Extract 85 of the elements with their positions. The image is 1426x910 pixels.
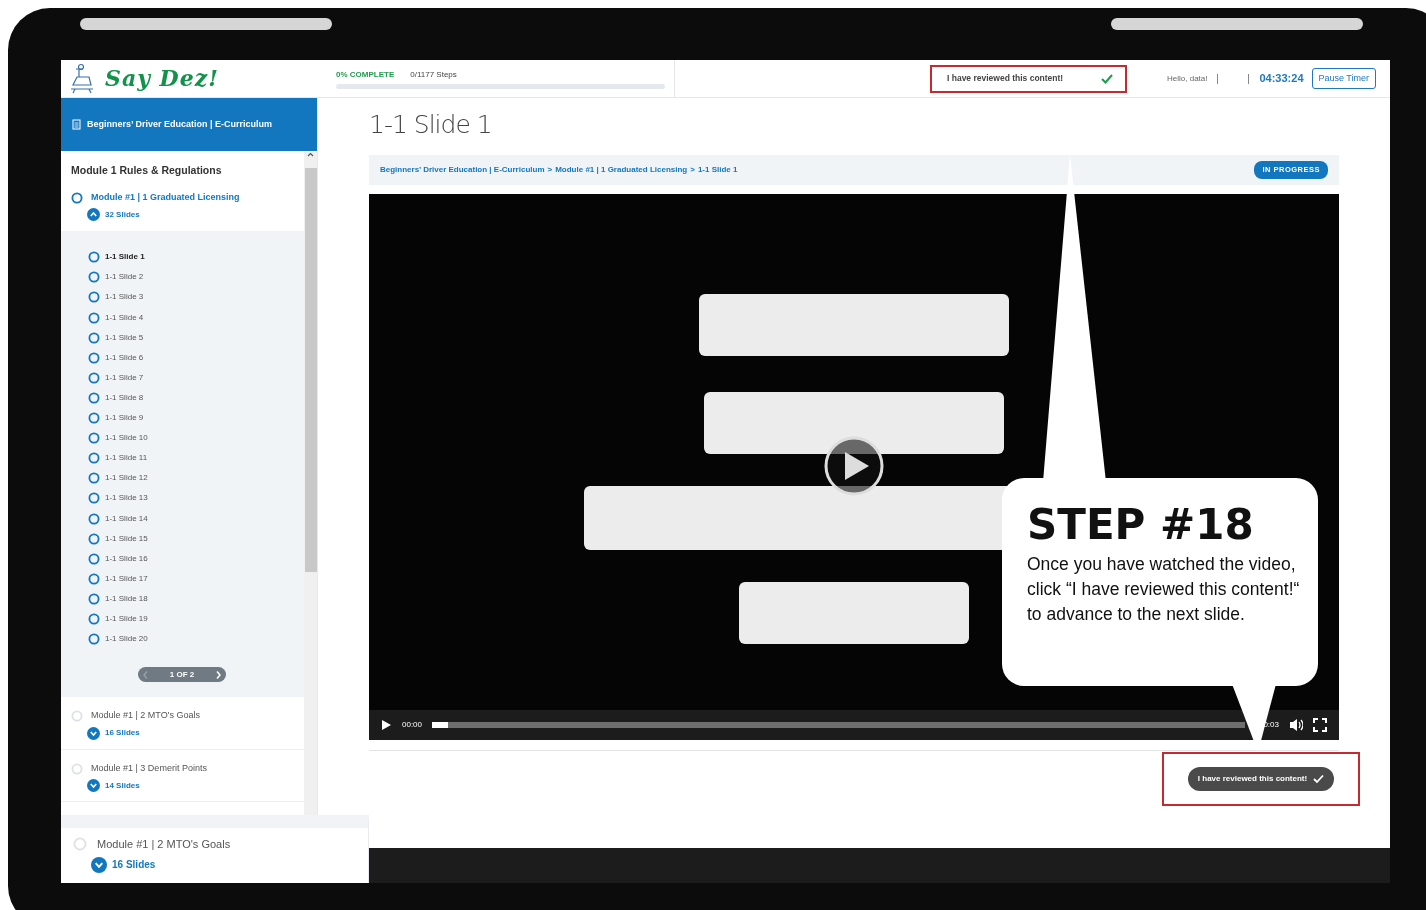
radio-circle[interactable] <box>88 452 100 465</box>
review-link[interactable]: I have reviewed this content! <box>947 72 1064 85</box>
module-title[interactable]: Module #1 | 1 Graduated Licensing <box>91 190 240 205</box>
slides-count[interactable]: 16 Slides <box>105 727 140 740</box>
radio-circle[interactable] <box>88 391 100 404</box>
scrollbar[interactable] <box>304 151 317 815</box>
breadcrumb-link[interactable]: Module #1 | 1 Graduated Licensing <box>555 164 688 176</box>
review-button[interactable]: I have reviewed this content! <box>1187 767 1335 791</box>
radio-circle[interactable] <box>88 351 100 364</box>
slide-item[interactable]: 1-1 Slide 11 <box>105 452 148 465</box>
slide-item[interactable]: 1-1 Slide 17 <box>105 572 148 585</box>
expand-chevron-icon[interactable] <box>91 856 107 873</box>
play-icon[interactable] <box>381 719 392 731</box>
slide-item[interactable]: 1-1 Slide 4 <box>105 311 144 324</box>
radio-circle[interactable] <box>88 512 100 525</box>
radio-circle[interactable] <box>88 371 100 384</box>
scrollbar-thumb[interactable] <box>304 168 317 572</box>
expand-chevron-icon[interactable] <box>87 726 100 740</box>
radio-circle[interactable] <box>88 271 100 284</box>
radio-circle[interactable] <box>88 432 100 445</box>
radio-circle[interactable] <box>88 572 100 585</box>
slide-item[interactable]: 1-1 Slide 5 <box>105 331 144 344</box>
breadcrumb-link[interactable]: Beginners’ Driver Education | E-Curriculum <box>380 164 545 176</box>
next-icon[interactable] <box>215 669 222 680</box>
breadcrumb-link[interactable]: 1-1 Slide 1 <box>697 164 738 176</box>
check-icon <box>1101 72 1113 85</box>
radio-circle[interactable] <box>88 592 100 605</box>
breadcrumb-separator: > <box>690 164 695 176</box>
radio-circle[interactable] <box>88 532 100 545</box>
slide-item[interactable]: 1-1 Slide 6 <box>105 351 144 364</box>
page-indicator: 1 OF 2 <box>169 668 195 681</box>
slide-item[interactable]: 1-1 Slide 16 <box>105 552 148 565</box>
radio-circle[interactable] <box>88 492 100 505</box>
module-title[interactable]: Module #1 | 2 MTO's Goals <box>97 836 231 853</box>
progress-percent: 0% COMPLETE <box>336 68 395 81</box>
course-title: Beginners’ Driver Education | E-Curriculum <box>87 117 273 131</box>
radio-circle[interactable] <box>88 613 100 625</box>
section-title: Module 1 Rules & Regulations <box>70 163 223 178</box>
module-title[interactable]: Module #1 | 2 MTO's Goals <box>91 709 200 723</box>
check-icon <box>1313 774 1325 784</box>
slide-item[interactable]: 1-1 Slide 8 <box>105 391 144 404</box>
steps-count: 0/1177 Steps <box>410 68 457 81</box>
pause-timer-button[interactable]: Pause Timer <box>1311 67 1377 90</box>
document-icon <box>72 119 81 130</box>
slide-item[interactable]: 1-1 Slide 9 <box>105 412 144 425</box>
fullscreen-icon[interactable] <box>1313 718 1327 732</box>
slide-item[interactable]: 1-1 Slide 15 <box>105 532 148 545</box>
radio-circle[interactable] <box>88 412 100 425</box>
scroll-up-icon[interactable] <box>306 151 315 158</box>
slide-item[interactable]: 1-1 Slide 1 <box>105 251 145 264</box>
slide-item[interactable]: 1-1 Slide 20 <box>105 633 148 646</box>
timer-text: 04:33:24 <box>1259 71 1304 87</box>
radio-circle[interactable] <box>88 291 100 304</box>
current-time: 00:00 <box>402 719 423 731</box>
seek-track[interactable] <box>432 722 1246 728</box>
radio-circle[interactable] <box>88 472 100 485</box>
page-title: 1-1 Slide 1 <box>369 110 493 141</box>
greeting-text: Hello, data! <box>1167 72 1208 85</box>
radio-circle[interactable] <box>88 331 100 344</box>
radio-circle[interactable] <box>88 311 100 324</box>
slides-count[interactable]: 32 Slides <box>105 208 140 221</box>
slides-count[interactable]: 16 Slides <box>112 857 156 872</box>
slide-item[interactable]: 1-1 Slide 13 <box>105 492 148 505</box>
slide-item[interactable]: 1-1 Slide 7 <box>105 371 144 384</box>
slide-item[interactable]: 1-1 Slide 10 <box>105 432 148 445</box>
logo-wordmark[interactable]: Say Dez! <box>105 62 219 95</box>
radio-circle[interactable] <box>88 633 100 646</box>
slide-item[interactable]: 1-1 Slide 3 <box>105 291 144 304</box>
breadcrumb-separator: > <box>547 164 553 176</box>
radio-circle[interactable] <box>88 552 100 565</box>
slide-item[interactable]: 1-1 Slide 18 <box>105 592 148 605</box>
slides-count[interactable]: 14 Slides <box>105 779 140 792</box>
radio-circle[interactable] <box>88 251 100 264</box>
step-title: STEP #18 <box>1027 504 1255 546</box>
collapse-chevron-icon[interactable] <box>87 208 100 222</box>
slide-item[interactable]: 1-1 Slide 12 <box>105 472 148 485</box>
volume-icon[interactable] <box>1289 718 1303 732</box>
pagination-control[interactable]: 1 OF 2 <box>138 667 226 683</box>
module-title[interactable]: Module #1 | 3 Demerit Points <box>91 761 207 776</box>
callout-text: Once you have watched the video, click “I have reviewed this content!“ to advance to the next slide. <box>1027 553 1301 626</box>
radio-circle[interactable] <box>71 191 83 204</box>
slide-item[interactable]: 1-1 Slide 2 <box>105 271 144 284</box>
expand-chevron-icon[interactable] <box>87 779 100 793</box>
slide-item[interactable]: 1-1 Slide 14 <box>105 512 148 525</box>
slide-item[interactable]: 1-1 Slide 19 <box>105 613 148 625</box>
